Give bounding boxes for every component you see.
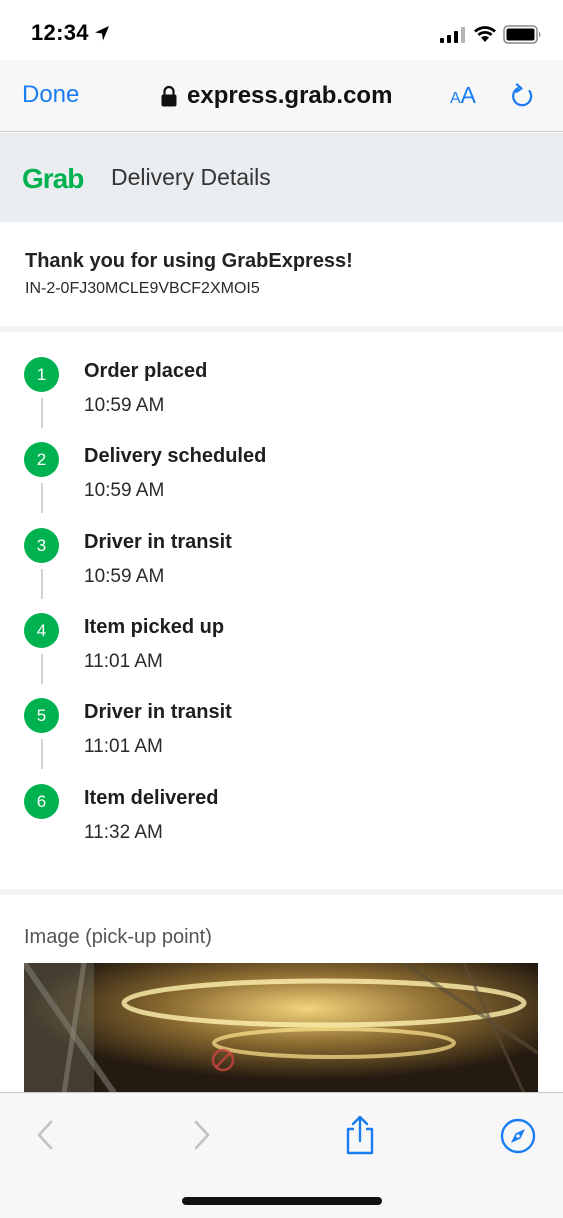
step-label: Delivery scheduled — [84, 445, 267, 467]
step-label: Item picked up — [84, 616, 225, 638]
step-label: Item delivered — [84, 787, 219, 809]
step-number-badge: 6 — [24, 784, 59, 819]
battery-icon — [503, 25, 541, 44]
step-time: 10:59 AM — [84, 480, 165, 501]
step-number-badge: 4 — [24, 613, 59, 648]
timeline-step: 3 Driver in transit 10:59 AM — [0, 503, 563, 599]
step-number-badge: 1 — [24, 357, 59, 392]
step-label: Order placed — [84, 360, 208, 382]
step-time: 11:01 AM — [84, 736, 163, 757]
timeline-step: 5 Driver in transit 11:01 AM — [0, 673, 563, 769]
browser-toolbar — [0, 1092, 563, 1218]
step-time: 11:32 AM — [84, 822, 163, 843]
url-text: express.grab.com — [187, 82, 393, 109]
timeline-step: 6 Item delivered 11:32 AM — [0, 759, 563, 844]
timeline-step: 2 Delivery scheduled 10:59 AM — [0, 417, 563, 513]
cellular-signal-icon — [440, 27, 465, 43]
timeline-step: 4 Item picked up 11:01 AM — [0, 588, 563, 684]
step-time: 10:59 AM — [84, 566, 165, 587]
lock-icon — [161, 85, 177, 107]
share-icon[interactable] — [343, 1115, 377, 1155]
step-time: 11:01 AM — [84, 651, 163, 672]
order-id: IN-2-0FJ30MCLE9VBCF2XMOI5 — [25, 280, 260, 297]
location-arrow-icon — [95, 26, 109, 41]
browser-bar: Done express.grab.com AA — [0, 60, 563, 132]
step-number-badge: 5 — [24, 698, 59, 733]
thanks-message: Thank you for using GrabExpress! — [25, 250, 353, 272]
grab-logo: Grab — [22, 163, 84, 193]
url-field[interactable]: express.grab.com — [160, 80, 392, 112]
delivery-timeline: 1 Order placed 10:59 AM 2 Delivery sched… — [0, 332, 563, 889]
chevron-left-icon[interactable] — [34, 1119, 56, 1151]
step-number-badge: 3 — [24, 528, 59, 563]
text-size-large-glyph: A — [460, 82, 477, 108]
home-indicator[interactable] — [182, 1197, 382, 1205]
step-label: Driver in transit — [84, 701, 232, 723]
step-number-badge: 2 — [24, 442, 59, 477]
text-size-button[interactable]: AA — [450, 82, 476, 109]
order-summary: Thank you for using GrabExpress! IN-2-0F… — [0, 222, 563, 326]
done-button[interactable]: Done — [22, 81, 79, 109]
page-title: Delivery Details — [111, 164, 271, 190]
grab-header: Grab Delivery Details — [0, 133, 563, 222]
grab-logo-text: Grab — [22, 163, 83, 193]
status-bar: 12:34 — [0, 0, 563, 60]
text-size-small-glyph: A — [450, 90, 461, 107]
status-time: 12:34 — [31, 20, 89, 45]
wifi-icon — [474, 26, 496, 42]
compass-icon[interactable] — [500, 1118, 536, 1154]
pickup-photo-graphic — [24, 963, 538, 1093]
pickup-image-section: Image (pick-up point) — [0, 895, 563, 1095]
pickup-photo[interactable] — [24, 963, 538, 1093]
step-time: 10:59 AM — [84, 395, 165, 416]
timeline-step: 1 Order placed 10:59 AM — [0, 332, 563, 428]
step-label: Driver in transit — [84, 531, 232, 553]
reload-icon[interactable] — [509, 83, 537, 111]
pickup-image-label: Image (pick-up point) — [24, 926, 212, 948]
chevron-right-icon[interactable] — [191, 1119, 213, 1151]
